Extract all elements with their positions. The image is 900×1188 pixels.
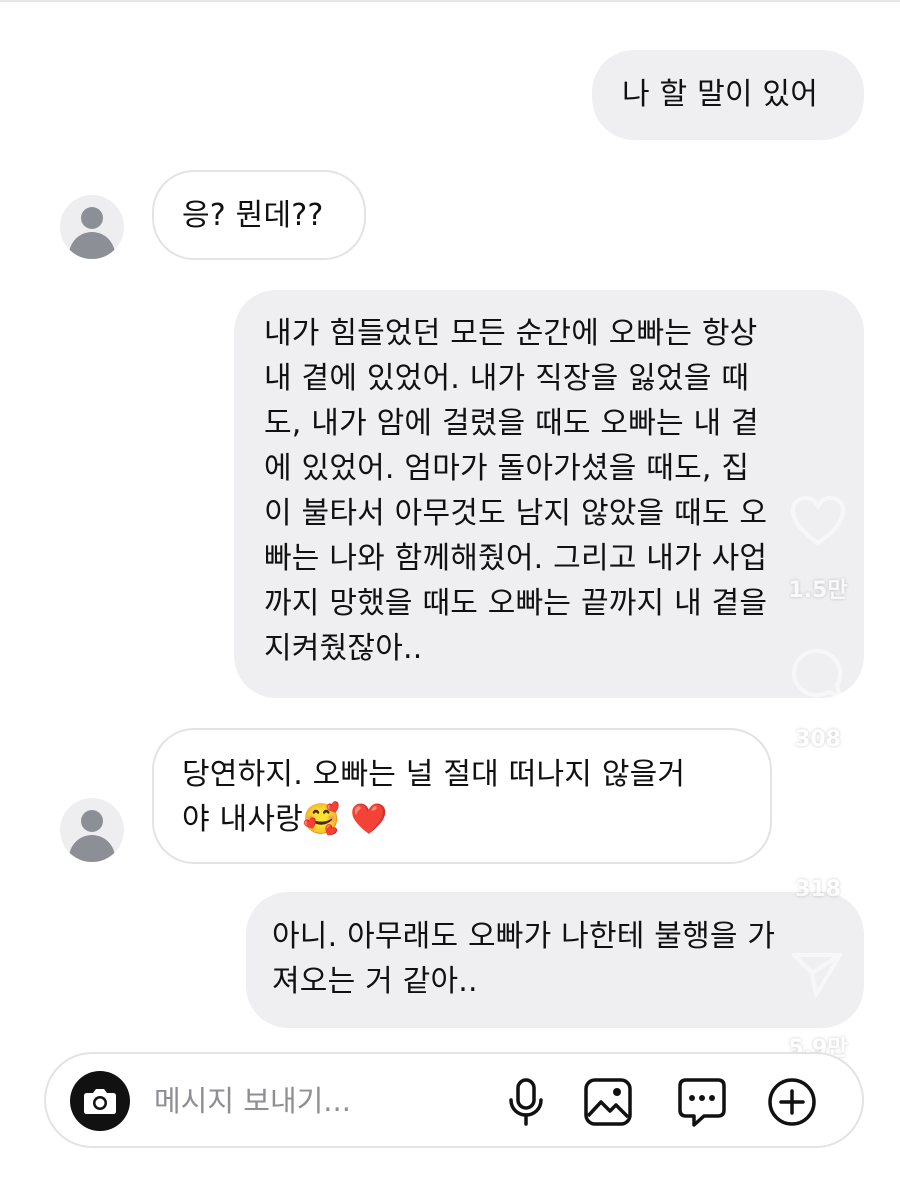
microphone-icon[interactable]	[498, 1074, 554, 1130]
chat-sticker-icon[interactable]	[674, 1074, 730, 1130]
sender-avatar[interactable]	[60, 195, 124, 259]
image-gallery-icon[interactable]	[580, 1074, 636, 1130]
message-text-line: 까지 망했을 때도 오빠는 끝까지 내 곁을	[264, 586, 768, 621]
message-text-line: 아니. 아무래도 오빠가 나한테 불행을 가	[272, 919, 776, 954]
share-icon[interactable]	[788, 945, 846, 1003]
message-text-line: 져오는 거 같아..	[272, 964, 478, 999]
message-text-line: 도, 내가 암에 걸렸을 때도 오빠는 내 곁	[264, 406, 759, 441]
message-text-line: 지켜줬잖아..	[264, 631, 423, 666]
add-circle-icon[interactable]	[764, 1074, 820, 1130]
message-text-line: 내 곁에 있었어. 내가 직장을 잃었을 때	[264, 361, 750, 396]
avatar-body-shape	[69, 232, 115, 259]
message-text-line: 야 내사랑🥰 ❤️	[182, 802, 388, 837]
top-divider	[0, 0, 900, 2]
message-text-line: 이 불타서 아무것도 남지 않았을 때도 오	[264, 496, 768, 531]
message-bubble-outgoing[interactable]: 내가 힘들었던 모든 순간에 오빠는 항상 내 곁에 있었어. 내가 직장을 잃…	[234, 290, 864, 698]
repost-count: 318	[795, 877, 841, 902]
avatar-body-shape	[69, 835, 115, 862]
camera-button[interactable]	[70, 1071, 130, 1131]
message-text-line: 내가 힘들었던 모든 순간에 오빠는 항상	[264, 316, 758, 351]
heart-icon[interactable]	[790, 495, 846, 547]
message-text-line: 당연하지. 오빠는 널 절대 떠나지 않을거	[182, 757, 686, 792]
avatar-head-shape	[81, 810, 103, 832]
message-text: 나 할 말이 있어	[622, 77, 819, 112]
message-bubble-incoming[interactable]: 응? 뭔데??	[152, 170, 366, 260]
message-text-line: 빠는 나와 함께해줬어. 그리고 내가 사업	[264, 541, 768, 576]
message-bubble-outgoing[interactable]: 나 할 말이 있어	[592, 50, 864, 140]
dm-chat-screen: 나 할 말이 있어 응? 뭔데?? 내가 힘들었던 모든 순간에 오빠는 항상 …	[0, 0, 900, 1188]
like-count: 1.5만	[788, 578, 848, 603]
message-bubble-incoming[interactable]: 당연하지. 오빠는 널 절대 떠나지 않을거 야 내사랑🥰 ❤️	[152, 728, 772, 864]
sender-avatar[interactable]	[60, 798, 124, 862]
message-input[interactable]	[154, 1076, 484, 1126]
comment-count: 308	[795, 727, 841, 752]
repost-icon[interactable]	[788, 795, 846, 853]
message-bubble-outgoing[interactable]: 아니. 아무래도 오빠가 나한테 불행을 가 져오는 거 같아..	[246, 892, 864, 1028]
message-text: 응? 뭔데??	[182, 198, 324, 233]
avatar-head-shape	[81, 207, 103, 229]
comment-icon[interactable]	[788, 645, 846, 703]
message-text-line: 에 있었어. 엄마가 돌아가셨을 때도, 집	[264, 451, 750, 486]
camera-icon	[84, 1089, 116, 1114]
message-composer	[44, 1052, 864, 1148]
